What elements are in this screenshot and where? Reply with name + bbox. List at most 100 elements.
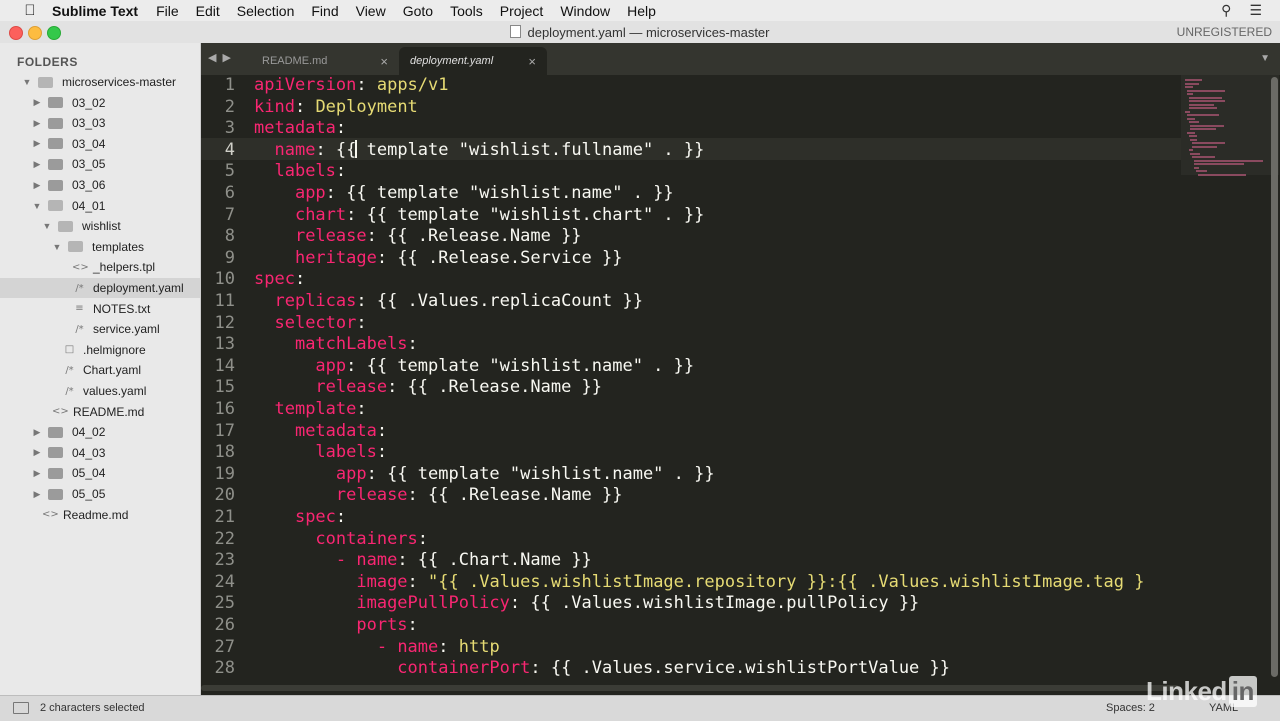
code-line[interactable]: ports: xyxy=(254,615,417,635)
code-line[interactable]: kind: Deployment xyxy=(254,97,418,117)
code-line[interactable]: spec: xyxy=(254,507,346,527)
sidebar-folder[interactable]: ▶ 03_04 xyxy=(0,134,200,154)
sidebar-file[interactable]: /* service.yaml xyxy=(0,319,200,339)
code-line[interactable]: app: {{ template "wishlist.name" . }} xyxy=(254,183,674,203)
disclosure-open-icon[interactable]: ▼ xyxy=(42,221,52,231)
minimap-line xyxy=(1197,173,1247,176)
code-line[interactable]: replicas: {{ .Values.replicaCount }} xyxy=(254,291,642,311)
folder-open-icon xyxy=(68,241,83,253)
panel-toggle-icon[interactable] xyxy=(13,702,29,714)
menu-file[interactable]: File xyxy=(156,3,179,19)
folder-icon xyxy=(48,426,63,438)
sidebar-folder[interactable]: ▶ 04_03 xyxy=(0,443,200,463)
code-line[interactable]: name: {{ template "wishlist.fullname" . … xyxy=(254,139,704,160)
code-line[interactable]: spec: xyxy=(254,269,305,289)
disclosure-closed-icon[interactable]: ▶ xyxy=(32,118,42,129)
list-icon[interactable]: ☰ xyxy=(1249,2,1262,19)
code-line[interactable]: matchLabels: xyxy=(254,334,418,354)
disclosure-closed-icon[interactable]: ▶ xyxy=(32,180,42,191)
disclosure-closed-icon[interactable]: ▶ xyxy=(32,468,42,479)
disclosure-closed-icon[interactable]: ▶ xyxy=(32,489,42,500)
code-line[interactable]: release: {{ .Release.Name }} xyxy=(254,485,623,505)
sidebar-file[interactable]: □ .helmignore xyxy=(0,340,200,360)
sidebar-folder[interactable]: ▼ microservices-master xyxy=(0,72,200,92)
code-line[interactable]: - name: http xyxy=(254,637,500,657)
disclosure-closed-icon[interactable]: ▶ xyxy=(32,427,42,438)
sidebar-file[interactable]: ≡ NOTES.txt xyxy=(0,299,200,319)
minimap-line xyxy=(1190,124,1224,127)
code-line[interactable]: containers: xyxy=(254,529,428,549)
code-line[interactable]: release: {{ .Release.Name }} xyxy=(254,377,602,397)
disclosure-open-icon[interactable]: ▼ xyxy=(52,242,62,252)
code-line[interactable]: imagePullPolicy: {{ .Values.wishlistImag… xyxy=(254,593,919,613)
sidebar-folder[interactable]: ▶ 05_05 xyxy=(0,484,200,504)
minimap[interactable] xyxy=(1181,75,1279,695)
code-editor[interactable]: 1 2 3 4 5 6 7 8 9 10 11 12 13 14 15 16 17 18 19 20 21 22 23 24 2… xyxy=(201,75,1280,695)
code-line[interactable]: chart: {{ template "wishlist.chart" . }} xyxy=(254,205,704,225)
tab-nav-arrows[interactable]: ◀▶ xyxy=(208,51,237,64)
tab-deployment-yaml[interactable]: deployment.yaml × xyxy=(399,47,547,75)
menu-app-name[interactable]: Sublime Text xyxy=(52,3,138,19)
sidebar-file[interactable]: /* Chart.yaml xyxy=(0,360,200,380)
yaml-key: replicas xyxy=(274,291,357,311)
sidebar-folder[interactable]: ▶ 03_06 xyxy=(0,175,200,195)
sidebar-folder[interactable]: ▼ 04_01 xyxy=(0,196,200,216)
disclosure-open-icon[interactable]: ▼ xyxy=(32,201,42,211)
code-line[interactable]: image: "{{ .Values.wishlistImage.reposit… xyxy=(254,572,1144,592)
close-icon[interactable]: × xyxy=(380,54,388,69)
sidebar-folder[interactable]: ▶ 03_05 xyxy=(0,154,200,174)
code-line[interactable]: metadata: xyxy=(254,421,387,441)
minimap-line xyxy=(1190,128,1216,130)
disclosure-closed-icon[interactable]: ▶ xyxy=(32,447,42,458)
menu-find[interactable]: Find xyxy=(311,3,338,19)
sidebar-folder[interactable]: ▶ 03_03 xyxy=(0,113,200,133)
menu-window[interactable]: Window xyxy=(560,3,610,19)
sidebar-file[interactable]: /* deployment.yaml xyxy=(0,278,200,298)
code-line[interactable]: release: {{ .Release.Name }} xyxy=(254,226,582,246)
folder-open-icon xyxy=(58,220,73,232)
menu-view[interactable]: View xyxy=(356,3,386,19)
code-line[interactable]: heritage: {{ .Release.Service }} xyxy=(254,248,623,268)
menu-selection[interactable]: Selection xyxy=(237,3,295,19)
sidebar-file[interactable]: <> README.md xyxy=(0,402,200,422)
close-icon[interactable]: × xyxy=(528,54,536,69)
sidebar-folder[interactable]: ▼ templates xyxy=(0,237,200,257)
sidebar-folder[interactable]: ▶ 04_02 xyxy=(0,422,200,442)
vertical-scrollbar[interactable] xyxy=(1271,77,1278,677)
code-line[interactable]: apiVersion: apps/v1 xyxy=(254,75,449,95)
horizontal-scrollbar[interactable] xyxy=(201,685,1179,691)
code-line[interactable]: app: {{ template "wishlist.name" . }} xyxy=(254,464,715,484)
tab-readme[interactable]: README.md × xyxy=(251,47,399,75)
tab-bar: ◀▶ README.md × deployment.yaml × ▼ xyxy=(201,43,1280,75)
disclosure-open-icon[interactable]: ▼ xyxy=(22,77,32,87)
sidebar-file[interactable]: <> Readme.md xyxy=(0,505,200,525)
sidebar-folder[interactable]: ▶ 03_02 xyxy=(0,93,200,113)
chevron-down-icon[interactable]: ▼ xyxy=(1260,53,1270,64)
disclosure-closed-icon[interactable]: ▶ xyxy=(32,97,42,108)
code-line[interactable]: app: {{ template "wishlist.name" . }} xyxy=(254,356,694,376)
menu-help[interactable]: Help xyxy=(627,3,656,19)
menu-goto[interactable]: Goto xyxy=(403,3,433,19)
disclosure-closed-icon[interactable]: ▶ xyxy=(32,138,42,149)
sidebar-file[interactable]: /* values.yaml xyxy=(0,381,200,401)
yaml-key: app xyxy=(315,355,347,376)
code-line[interactable]: containerPort: {{ .Values.service.wishli… xyxy=(254,658,950,678)
search-icon[interactable]: ⚲ xyxy=(1221,2,1231,19)
yaml-key: spec xyxy=(254,269,295,290)
menu-tools[interactable]: Tools xyxy=(450,3,483,19)
sidebar-folder[interactable]: ▶ 05_04 xyxy=(0,463,200,483)
menu-project[interactable]: Project xyxy=(500,3,544,19)
code-line[interactable]: labels: xyxy=(254,442,387,462)
code-line[interactable]: - name: {{ .Chart.Name }} xyxy=(254,550,592,570)
code-line[interactable]: template: xyxy=(254,399,366,419)
code-line[interactable]: metadata: xyxy=(254,118,346,138)
sidebar-folder[interactable]: ▼ wishlist xyxy=(0,216,200,236)
apple-icon[interactable]:  xyxy=(20,2,40,19)
sidebar-file[interactable]: <> _helpers.tpl xyxy=(0,257,200,277)
disclosure-closed-icon[interactable]: ▶ xyxy=(32,159,42,170)
code-line[interactable]: labels: xyxy=(254,161,346,181)
menu-edit[interactable]: Edit xyxy=(196,3,220,19)
code-line[interactable]: selector: xyxy=(254,313,366,333)
